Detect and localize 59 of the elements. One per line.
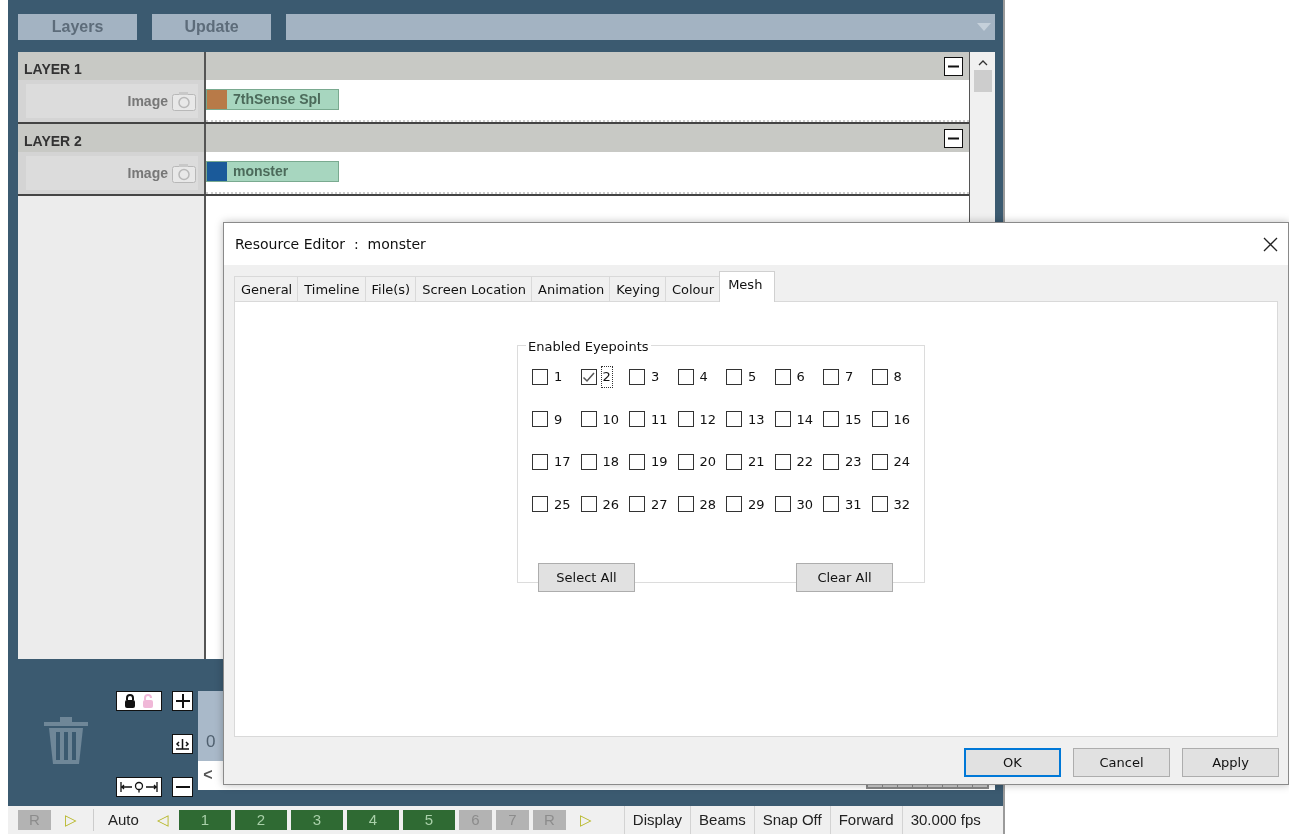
status-cell[interactable]: Snap Off — [753, 806, 830, 834]
status-cell[interactable]: Display — [623, 806, 691, 834]
checkbox-label: 9 — [553, 410, 564, 429]
checkbox-label: 20 — [698, 453, 718, 471]
status-cell[interactable]: Beams — [690, 806, 754, 834]
status-key[interactable]: 5 — [402, 810, 455, 830]
checkbox-label: 24 — [892, 453, 912, 471]
checkbox-label: 15 — [844, 410, 863, 429]
dialog-title: Resource Editor : monster — [235, 234, 426, 254]
checkbox-label: 8 — [892, 368, 903, 386]
media-clip[interactable]: monster — [206, 161, 339, 182]
clip-label: 7thSense Spl — [233, 90, 321, 109]
status-cell[interactable]: 30.000 fps — [901, 806, 989, 834]
checkbox-label: 2 — [600, 366, 613, 388]
checkbox-label: 29 — [747, 495, 766, 514]
checkbox-label: 6 — [795, 368, 806, 386]
checkbox-label: 31 — [844, 495, 863, 514]
checkbox-label: 7 — [844, 368, 855, 386]
status-key[interactable]: 3 — [290, 810, 343, 830]
group-button[interactable]: Clear All — [796, 563, 893, 592]
checkbox-label: 26 — [601, 495, 621, 514]
checkbox-label: 19 — [650, 453, 669, 471]
dialog-button[interactable]: Cancel — [1073, 748, 1170, 777]
status-key[interactable]: 2 — [234, 810, 287, 830]
mode-label[interactable]: Auto — [108, 808, 139, 832]
tab[interactable]: Mesh — [719, 270, 776, 302]
scroll-left-button[interactable]: < — [198, 763, 218, 787]
track-label: Image — [127, 163, 168, 183]
status-cell[interactable]: Forward — [829, 806, 902, 834]
checkbox-label: 32 — [892, 495, 912, 514]
checkbox-label: 11 — [650, 410, 669, 429]
dialog-button[interactable]: OK — [964, 748, 1061, 777]
checkbox-label: 16 — [892, 410, 912, 429]
checkbox-label: 3 — [650, 368, 661, 386]
checkbox-label: 21 — [747, 453, 766, 471]
checkbox-label: 18 — [601, 453, 621, 471]
checkbox-label: 10 — [601, 410, 621, 429]
checkbox-label: 5 — [747, 368, 758, 386]
checkbox-label: 17 — [553, 453, 572, 471]
clip-label: monster — [233, 162, 289, 181]
checkbox-label: 12 — [698, 410, 718, 429]
checkbox-label: 30 — [795, 495, 815, 514]
checkbox-label: 14 — [795, 410, 815, 429]
checkbox-label: 13 — [747, 410, 766, 429]
checkbox-label: 22 — [795, 453, 815, 471]
checkbox-label: 28 — [698, 495, 718, 514]
track-label: Image — [127, 91, 168, 111]
tab[interactable]: General — [234, 275, 299, 301]
ruler-label: 0 — [206, 732, 216, 751]
checkbox-label: 1 — [553, 368, 564, 386]
group-button[interactable]: Select All — [538, 563, 635, 592]
media-clip[interactable]: 7thSense Spl — [206, 89, 339, 110]
checkbox-label: 25 — [553, 495, 572, 514]
checkbox-label: 23 — [844, 453, 863, 471]
checkbox-label: 4 — [698, 368, 709, 386]
status-key[interactable]: 4 — [346, 810, 399, 830]
dialog-button[interactable]: Apply — [1182, 748, 1279, 777]
status-key[interactable]: 1 — [178, 810, 231, 830]
checkbox-label: 27 — [650, 495, 669, 514]
